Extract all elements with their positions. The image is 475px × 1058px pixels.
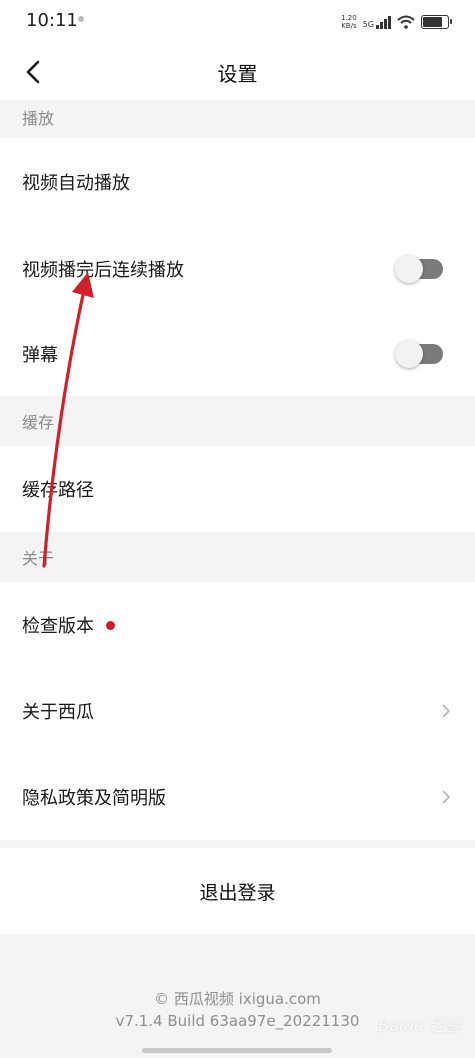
status-bar: 10:11 1.20 KB/s 5G: [0, 0, 475, 44]
signal-icon: 5G: [362, 15, 391, 29]
home-indicator: [142, 1048, 332, 1053]
check-version-row[interactable]: 检查版本: [0, 582, 475, 668]
status-indicators: 1.20 KB/s 5G: [341, 12, 452, 32]
wifi-icon: [397, 15, 415, 29]
network-speed-unit: KB/s: [341, 22, 357, 30]
notification-dot-icon: [78, 16, 84, 22]
section-header-cache: 缓存: [0, 396, 475, 446]
network-speed-value: 1.20: [341, 14, 357, 22]
section-header-about: 关于: [0, 532, 475, 582]
watermark: Baidu 经验: [378, 1016, 461, 1035]
nav-bar: 设置: [0, 44, 475, 100]
continuous-play-label: 视频播完后连续播放: [22, 260, 184, 281]
about-app-label: 关于西瓜: [22, 702, 94, 723]
privacy-policy-label: 隐私政策及简明版: [22, 788, 166, 809]
danmaku-row[interactable]: 弹幕: [0, 312, 475, 396]
chevron-right-icon: [442, 790, 451, 804]
check-version-label: 检查版本: [22, 616, 94, 637]
logout-button[interactable]: 退出登录: [0, 848, 475, 934]
danmaku-label: 弹幕: [22, 345, 58, 366]
page-title: 设置: [217, 62, 258, 86]
privacy-policy-row[interactable]: 隐私政策及简明版: [0, 754, 475, 840]
continuous-play-toggle[interactable]: [395, 255, 443, 283]
network-speed: 1.20 KB/s: [341, 14, 357, 30]
copyright-text: © 西瓜视频 ixigua.com: [154, 990, 321, 1008]
continuous-play-row[interactable]: 视频播完后连续播放: [0, 226, 475, 312]
chevron-right-icon: [442, 704, 451, 718]
cache-path-row[interactable]: 缓存路径: [0, 446, 475, 532]
autoplay-label: 视频自动播放: [22, 173, 130, 194]
update-badge: [106, 620, 115, 630]
network-type: 5G: [362, 19, 374, 29]
danmaku-toggle[interactable]: [395, 340, 443, 368]
autoplay-row[interactable]: 视频自动播放: [0, 138, 475, 226]
about-app-row[interactable]: 关于西瓜: [0, 668, 475, 754]
cache-path-label: 缓存路径: [22, 480, 94, 501]
battery-icon: [421, 15, 452, 29]
section-header-playback: 播放: [0, 100, 475, 138]
status-time: 10:11: [26, 10, 78, 31]
